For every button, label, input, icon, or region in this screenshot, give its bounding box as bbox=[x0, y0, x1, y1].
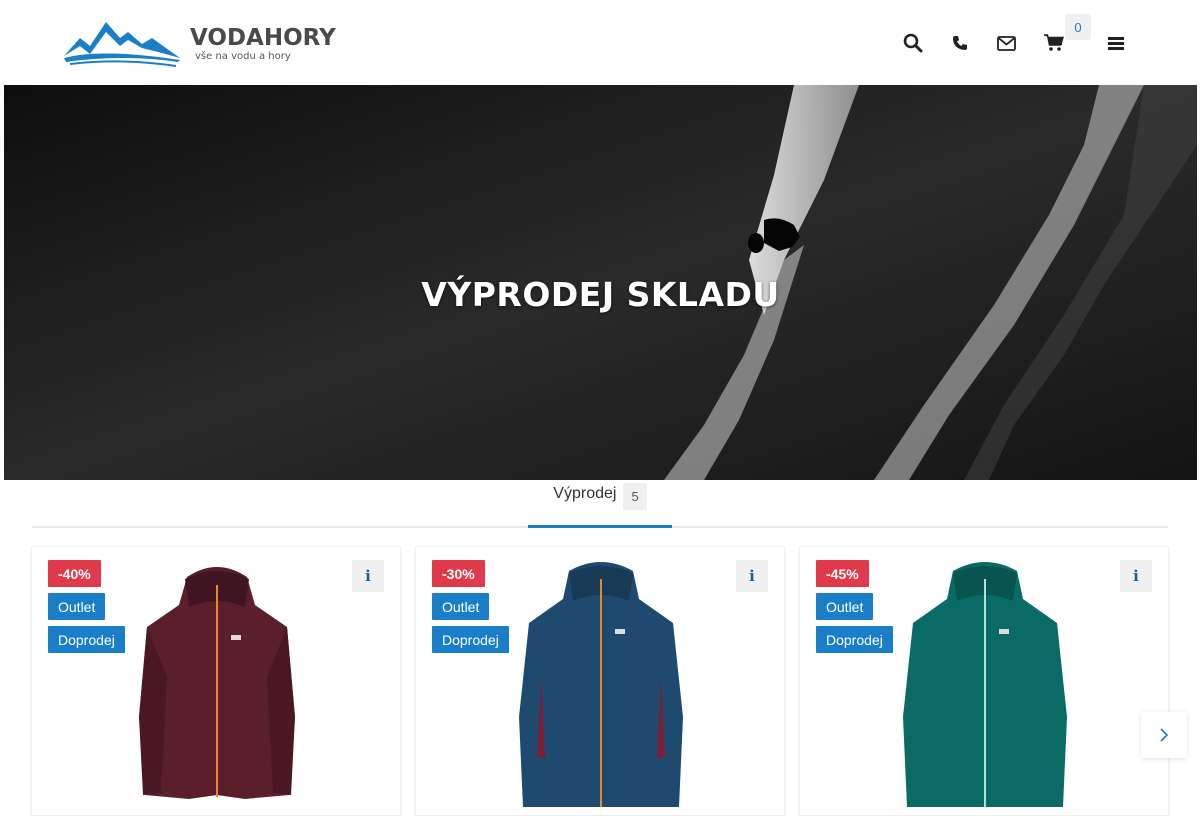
envelope-icon[interactable] bbox=[993, 30, 1019, 56]
info-button[interactable]: i bbox=[352, 560, 384, 592]
doprodej-badge: Doprodej bbox=[816, 626, 893, 653]
search-icon[interactable] bbox=[900, 30, 926, 56]
site-header: VODAHORY vše na vodu a hory 0 bbox=[0, 0, 1200, 85]
outlet-badge: Outlet bbox=[432, 593, 490, 620]
hero-title: VÝPRODEJ SKLADU bbox=[421, 275, 780, 314]
logo-name: VODAHORY bbox=[190, 25, 336, 51]
logo-tagline: vše na vodu a hory bbox=[195, 51, 291, 62]
tab-label: Výprodej bbox=[553, 485, 617, 502]
mountain-logo-icon bbox=[64, 22, 180, 67]
cart-count-badge[interactable]: 0 bbox=[1065, 14, 1091, 40]
jacket-image bbox=[903, 562, 1067, 807]
cart-icon[interactable] bbox=[1041, 30, 1067, 56]
menu-icon[interactable] bbox=[1103, 30, 1129, 56]
jacket-image bbox=[139, 567, 295, 799]
outlet-badge: Outlet bbox=[816, 593, 874, 620]
chevron-right-icon bbox=[1160, 728, 1169, 742]
carousel-next-button[interactable] bbox=[1141, 712, 1187, 758]
site-logo[interactable]: VODAHORY vše na vodu a hory bbox=[62, 18, 336, 68]
category-tabs: Výprodej 5 bbox=[32, 480, 1168, 528]
info-button[interactable]: i bbox=[736, 560, 768, 592]
discount-badge: -40% bbox=[48, 560, 101, 587]
product-card[interactable]: -30% Outlet Doprodej i bbox=[415, 546, 785, 816]
outlet-badge: Outlet bbox=[48, 593, 106, 620]
product-card[interactable]: -45% Outlet Doprodej i bbox=[799, 546, 1169, 816]
product-card[interactable]: -40% Outlet Doprodej i bbox=[31, 546, 401, 816]
doprodej-badge: Doprodej bbox=[48, 626, 125, 653]
tab-count-badge: 5 bbox=[623, 483, 647, 510]
phone-icon[interactable] bbox=[947, 30, 973, 56]
hero-banner[interactable]: VÝPRODEJ SKLADU bbox=[4, 85, 1197, 480]
discount-badge: -45% bbox=[816, 560, 869, 587]
tab-vyprodej[interactable]: Výprodej 5 bbox=[528, 480, 672, 528]
discount-badge: -30% bbox=[432, 560, 485, 587]
info-button[interactable]: i bbox=[1120, 560, 1152, 592]
jacket-image bbox=[519, 562, 683, 807]
doprodej-badge: Doprodej bbox=[432, 626, 509, 653]
